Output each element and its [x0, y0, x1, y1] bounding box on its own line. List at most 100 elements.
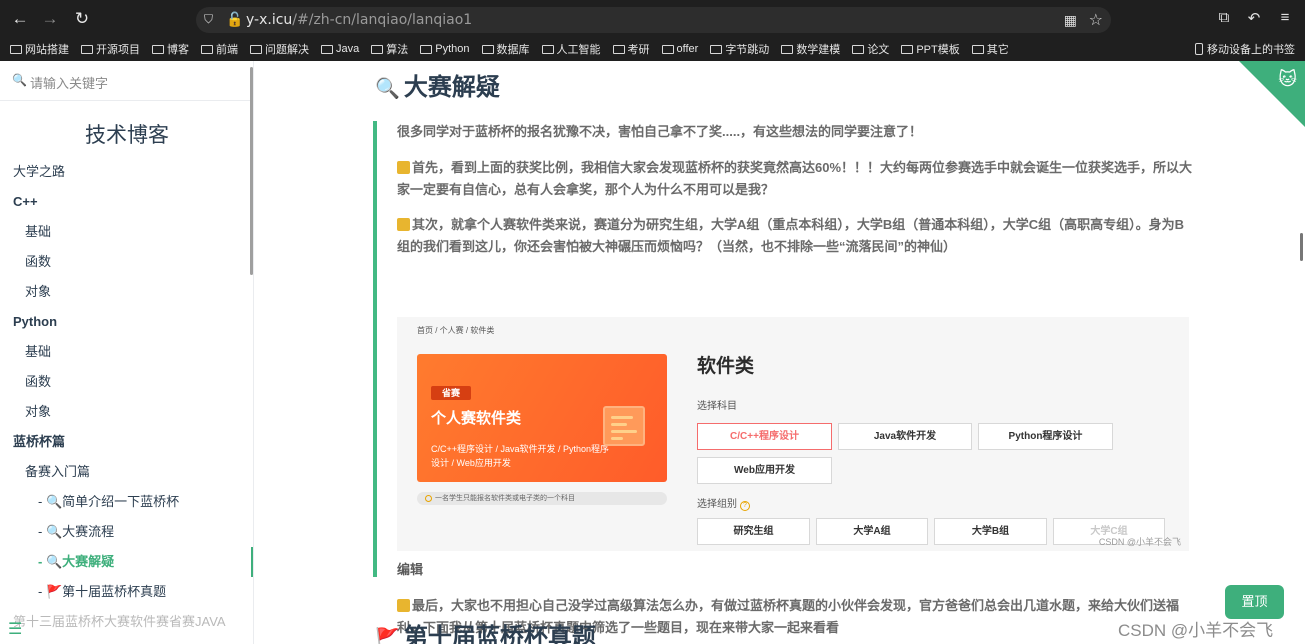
qr-code-icon[interactable]: ▦ — [1064, 12, 1077, 29]
bookmark-folder[interactable]: 数学建模 — [781, 41, 840, 57]
sidebar-item[interactable]: 第十三届蓝桥杯大赛软件赛省赛JAVA — [0, 607, 253, 637]
card-tag: 省赛 — [431, 386, 471, 400]
browser-chrome: ← → ↻ ⛉ 🔓 y-x.icu/#/zh-cn/lanqiao/lanqia… — [0, 0, 1305, 61]
page-scrollbar[interactable] — [1300, 233, 1303, 261]
embedded-watermark: CSDN @小羊不会飞 — [1098, 537, 1181, 547]
sidebar-item[interactable]: 对象 — [0, 397, 253, 427]
bookmark-folder[interactable]: 字节跳动 — [710, 41, 769, 57]
github-corner-icon: 🐱 — [1278, 69, 1297, 89]
flag-icon: 🚩 — [375, 628, 400, 644]
folder-icon — [201, 44, 213, 54]
bookmark-folder[interactable]: 人工智能 — [541, 41, 601, 57]
bookmark-folder[interactable]: offer — [661, 43, 698, 55]
folder-icon — [481, 44, 494, 54]
folder-icon — [901, 44, 914, 54]
csdn-watermark: CSDN @小羊不会飞 — [1118, 621, 1274, 640]
undo-icon[interactable]: ↶ — [1244, 9, 1264, 27]
folder-icon — [152, 44, 164, 54]
group-label: 选择组别? — [697, 495, 750, 511]
code-screen-icon — [603, 406, 645, 446]
bookmark-folder[interactable]: 前端 — [201, 41, 238, 57]
edit-label[interactable]: 编辑 — [397, 559, 1193, 581]
site-info-icon[interactable]: ⛉ — [204, 12, 218, 28]
section-heading-real-questions: 🚩 第十届蓝桥杯真题 — [375, 617, 596, 644]
bookmark-folder[interactable]: 论文 — [852, 41, 889, 57]
help-icon[interactable]: ? — [740, 501, 750, 511]
sidebar-item[interactable]: C++ — [0, 187, 253, 217]
sidebar-toggle-icon[interactable]: ☰ — [8, 619, 22, 639]
subject-option-cpp[interactable]: C/C++程序设计 — [697, 423, 832, 450]
folder-icon — [81, 44, 93, 54]
subject-label: 选择科目 — [697, 401, 737, 412]
subject-option-python[interactable]: Python程序设计 — [978, 423, 1113, 450]
sidebar-item[interactable]: 函数 — [0, 247, 253, 277]
url-text[interactable]: y-x.icu/#/zh-cn/lanqiao/lanqiao1 — [246, 12, 472, 28]
bookmark-folder[interactable]: PPT模板 — [901, 41, 960, 57]
extensions-icon[interactable]: ⧉ — [1214, 9, 1234, 26]
menu-icon[interactable]: ≡ — [1275, 9, 1295, 26]
address-bar[interactable]: ⛉ 🔓 y-x.icu/#/zh-cn/lanqiao/lanqiao1 ▦ ☆ — [196, 7, 1111, 33]
github-corner[interactable]: 🐱 — [1238, 61, 1305, 127]
card-subtitle: C/C++程序设计 / Java软件开发 / Python程序设计 / Web应… — [431, 444, 610, 468]
folder-icon — [371, 44, 384, 54]
folder-icon — [321, 44, 333, 54]
search-input[interactable]: 请输入关键字 — [30, 73, 108, 92]
sidebar-scrollbar[interactable] — [250, 67, 253, 275]
mobile-device-icon — [1195, 43, 1203, 55]
subject-option-web[interactable]: Web应用开发 — [697, 457, 832, 484]
memo-icon — [397, 161, 410, 174]
group-option-a[interactable]: 大学A组 — [816, 518, 928, 545]
bookmark-folder[interactable]: 数据库 — [481, 41, 530, 57]
contest-card: 省赛 个人赛软件类 C/C++程序设计 / Java软件开发 / Python程… — [417, 354, 667, 482]
paragraph-3: 其次，就拿个人赛软件类来说，赛道分为研究生组，大学A组（重点本科组），大学B组（… — [397, 217, 1185, 254]
sidebar-item[interactable]: 蓝桥杯篇 — [0, 427, 253, 457]
memo-icon — [397, 218, 410, 231]
bookmark-folder[interactable]: 问题解决 — [250, 41, 309, 57]
bookmark-folder[interactable]: 算法 — [371, 41, 408, 57]
sidebar-item[interactable]: - 🚩第十届蓝桥杯真题 — [0, 577, 253, 607]
folder-icon — [710, 44, 723, 54]
sidebar-item[interactable]: 基础 — [0, 337, 253, 367]
site-title[interactable]: 技术博客 — [0, 119, 253, 149]
card-title: 个人赛软件类 — [431, 410, 522, 427]
bookmark-folder[interactable]: 网站搭建 — [10, 41, 69, 57]
magnifier-icon: 🔍 — [375, 78, 400, 100]
mobile-bookmarks[interactable]: 移动设备上的书签 — [1195, 41, 1295, 57]
bookmark-folder[interactable]: Python — [420, 43, 470, 55]
sidebar-item[interactable]: - 🔍简单介绍一下蓝桥杯 — [0, 487, 253, 517]
sidebar-item[interactable]: - 🔍大赛流程 — [0, 517, 253, 547]
search-box[interactable]: 🔍 请输入关键字 — [0, 61, 253, 101]
bookmark-folder[interactable]: 考研 — [612, 41, 650, 57]
back-to-top-button[interactable]: 置顶 — [1225, 585, 1284, 619]
sidebar-item[interactable]: 基础 — [0, 217, 253, 247]
bookmarks-bar: 网站搭建 开源项目 博客 前端 问题解决 Java 算法 Python 数据库 人工智能 考研 off… — [0, 38, 1305, 60]
back-icon[interactable]: ← — [10, 9, 30, 29]
paragraph-2: 首先，看到上面的获奖比例，我相信大家会发现蓝桥杯的获奖竟然高达60%！！！大约每… — [397, 160, 1193, 197]
tip-block: 很多同学对于蓝桥杯的报名犹豫不决，害怕自己拿不了奖.....，有这些想法的同学要… — [373, 121, 1193, 635]
sidebar-item[interactable]: 对象 — [0, 277, 253, 307]
reload-icon[interactable]: ↻ — [72, 9, 92, 29]
sidebar-item[interactable]: - 🔍大赛解疑 — [0, 547, 253, 577]
group-option-graduate[interactable]: 研究生组 — [697, 518, 810, 545]
sidebar-item[interactable]: 函数 — [0, 367, 253, 397]
bookmark-folder[interactable]: 开源项目 — [81, 41, 140, 57]
folder-icon — [781, 44, 794, 54]
sidebar-item[interactable]: 备赛入门篇 — [0, 457, 253, 487]
folder-icon — [250, 44, 262, 54]
folder-icon — [10, 44, 22, 54]
sidebar-item[interactable]: Python — [0, 307, 253, 337]
main-content: 🔍 大赛解疑 很多同学对于蓝桥杯的报名犹豫不决，害怕自己拿不了奖.....，有这些… — [255, 61, 1305, 644]
forward-icon[interactable]: → — [40, 9, 60, 29]
bookmark-folder[interactable]: 博客 — [152, 41, 189, 57]
folder-icon — [541, 44, 554, 54]
browser-toolbar: ← → ↻ ⛉ 🔓 y-x.icu/#/zh-cn/lanqiao/lanqia… — [0, 0, 1305, 38]
bookmark-folder[interactable]: Java — [321, 43, 359, 55]
bookmark-folder[interactable]: 其它 — [971, 41, 1009, 57]
info-icon — [425, 495, 432, 502]
folder-icon — [661, 44, 674, 54]
bookmark-star-icon[interactable]: ☆ — [1089, 10, 1103, 30]
subject-option-java[interactable]: Java软件开发 — [838, 423, 972, 450]
sidebar-item[interactable]: 大学之路 — [0, 157, 253, 187]
insecure-lock-icon: 🔓 — [226, 11, 244, 27]
group-option-b[interactable]: 大学B组 — [934, 518, 1047, 545]
